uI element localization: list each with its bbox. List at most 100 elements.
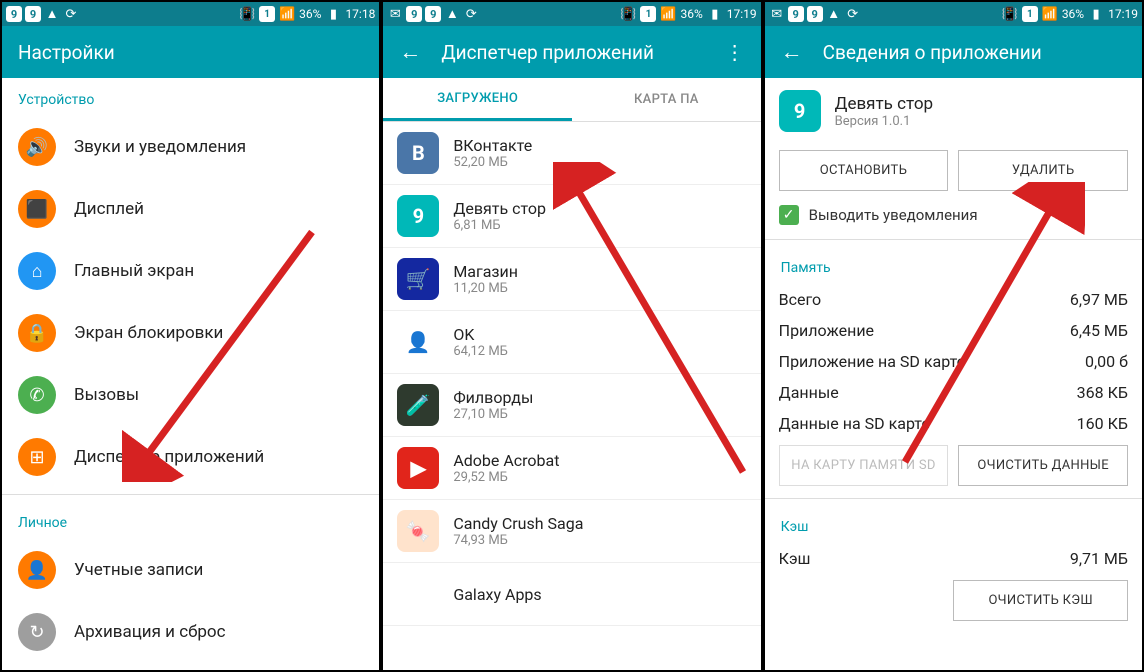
settings-item-lock[interactable]: 🔒Экран блокировки xyxy=(2,302,379,364)
delete-button[interactable]: УДАЛИТЬ xyxy=(958,150,1128,191)
app-icon: 👤 xyxy=(397,321,439,363)
app-name: Девять стор xyxy=(835,94,933,114)
clock: 17:19 xyxy=(1108,7,1138,21)
app-size: 64,12 МБ xyxy=(453,344,508,359)
tab[interactable]: КАРТА ПА xyxy=(572,78,761,121)
settings-item-accounts[interactable]: 👤Учетные записи xyxy=(2,539,379,601)
app-list-item[interactable]: 🧪Филворды27,10 МБ xyxy=(383,374,760,437)
row-val: 0,00 б xyxy=(1085,352,1128,371)
app-name: OK xyxy=(453,325,508,344)
settings-item-home[interactable]: ⌂Главный экран xyxy=(2,240,379,302)
settings-item-backup[interactable]: ↻ Архивация и сброс xyxy=(2,601,379,663)
stop-button[interactable]: ОСТАНОВИТЬ xyxy=(779,150,949,191)
signal-icon: 📶 xyxy=(660,6,676,22)
app-name: Филворды xyxy=(453,388,533,407)
app-size: 6,81 МБ xyxy=(453,218,546,233)
memory-section-label: Память xyxy=(765,246,1142,284)
memory-row: Приложение6,45 МБ xyxy=(765,315,1142,346)
settings-item-label: Архивация и сброс xyxy=(74,622,226,642)
app-size: 29,52 МБ xyxy=(453,470,559,485)
app-icon: 🧪 xyxy=(397,384,439,426)
settings-list[interactable]: Устройство🔊Звуки и уведомления⬛Дисплей⌂Г… xyxy=(2,78,379,670)
clear-cache-button[interactable]: ОЧИСТИТЬ КЭШ xyxy=(953,580,1128,621)
vibrate-icon: 📳 xyxy=(1002,6,1018,22)
sync-icon: ⟳ xyxy=(845,6,861,22)
status-bar: ✉ 9 9 ▲ ⟳ 📳 1 📶 36% ▮ 17:19 xyxy=(383,2,760,26)
clear-data-button[interactable]: ОЧИСТИТЬ ДАННЫЕ xyxy=(958,445,1128,486)
vibrate-icon: 📳 xyxy=(620,6,636,22)
row-key: Приложение xyxy=(779,321,874,340)
checkbox-label: Выводить уведомления xyxy=(809,206,978,224)
back-button[interactable]: ← xyxy=(781,39,803,65)
apps-icon: ⊞ xyxy=(18,438,56,476)
row-key: Всего xyxy=(779,290,822,309)
header: Настройки xyxy=(2,26,379,78)
row-val: 368 КБ xyxy=(1077,383,1128,402)
vibrate-icon: 📳 xyxy=(239,6,255,22)
envelope-icon: ✉ xyxy=(387,6,403,22)
app-notif-icon: 9 xyxy=(788,6,804,22)
app-notif-icon: 9 xyxy=(6,6,22,22)
app-list-item[interactable]: 👤 OK64,12 МБ xyxy=(383,311,760,374)
app-size: 74,93 МБ xyxy=(453,533,583,548)
back-button[interactable]: ← xyxy=(399,39,421,65)
app-notif-icon: 9 xyxy=(807,6,823,22)
app-icon: B xyxy=(397,132,439,174)
cache-row: Кэш9,71 МБ xyxy=(765,543,1142,574)
app-list-item[interactable]: ▶Adobe Acrobat29,52 МБ xyxy=(383,437,760,500)
app-size: 52,20 МБ xyxy=(453,155,532,170)
home-icon: ⌂ xyxy=(18,252,56,290)
settings-item-label: Экран блокировки xyxy=(74,323,223,343)
warning-icon: ▲ xyxy=(444,6,460,22)
warning-icon: ▲ xyxy=(826,6,842,22)
tabs: ЗАГРУЖЕНОКАРТА ПА xyxy=(383,78,760,122)
move-to-sd-button: НА КАРТУ ПАМЯТИ SD xyxy=(779,445,949,486)
checkbox-checked-icon[interactable]: ✓ xyxy=(779,205,799,225)
app-list-item[interactable]: S Galaxy Apps xyxy=(383,563,760,626)
notifications-checkbox-row[interactable]: ✓ Выводить уведомления xyxy=(765,197,1142,233)
signal-icon: 📶 xyxy=(279,6,295,22)
tab[interactable]: ЗАГРУЖЕНО xyxy=(383,78,572,121)
app-name: Adobe Acrobat xyxy=(453,451,559,470)
row-key: Приложение на SD карте xyxy=(779,352,965,371)
warning-icon: ▲ xyxy=(44,6,60,22)
battery-icon: ▮ xyxy=(707,6,723,22)
header: ← Сведения о приложении xyxy=(765,26,1142,78)
battery-pct: 36% xyxy=(1062,7,1084,21)
overflow-menu-icon[interactable]: ⋮ xyxy=(725,40,745,64)
signal-icon: 📶 xyxy=(1042,6,1058,22)
app-icon: S xyxy=(397,573,439,615)
sim-icon: 1 xyxy=(1022,6,1038,22)
settings-item-calls[interactable]: ✆Вызовы xyxy=(2,364,379,426)
status-bar: 9 9 ▲ ⟳ 📳 1 📶 36% ▮ 17:18 xyxy=(2,2,379,26)
app-details: 9 Девять стор Версия 1.0.1 ОСТАНОВИТЬ УД… xyxy=(765,78,1142,670)
settings-item-label: Диспетчер приложений xyxy=(74,447,264,467)
sound-icon: 🔊 xyxy=(18,128,56,166)
battery-pct: 36% xyxy=(680,7,702,21)
app-list-item[interactable]: 🍬 Candy Crush Saga74,93 МБ xyxy=(383,500,760,563)
app-icon: 🍬 xyxy=(397,510,439,552)
app-name: Магазин xyxy=(453,262,518,281)
app-name: Candy Crush Saga xyxy=(453,514,583,533)
row-val: 9,71 МБ xyxy=(1070,549,1128,568)
app-notif-icon: 9 xyxy=(425,6,441,22)
app-header: 9 Девять стор Версия 1.0.1 xyxy=(765,78,1142,144)
app-list[interactable]: BВКонтакте52,20 МБ9Девять стор6,81 МБ 🛒 Ма… xyxy=(383,122,760,670)
settings-item-apps[interactable]: ⊞ Диспетчер приложений xyxy=(2,426,379,488)
settings-item-label: Звуки и уведомления xyxy=(74,137,246,157)
memory-row: Приложение на SD карте 0,00 б xyxy=(765,346,1142,377)
settings-item-label: Учетные записи xyxy=(74,560,203,580)
settings-item-display[interactable]: ⬛Дисплей xyxy=(2,178,379,240)
sync-icon: ⟳ xyxy=(463,6,479,22)
app-list-item[interactable]: 9Девять стор6,81 МБ xyxy=(383,185,760,248)
row-val: 6,97 МБ xyxy=(1070,290,1128,309)
section-label: Личное xyxy=(2,501,379,539)
app-icon: 🛒 xyxy=(397,258,439,300)
settings-item-sound[interactable]: 🔊 Звуки и уведомления xyxy=(2,116,379,178)
backup-icon: ↻ xyxy=(18,613,56,651)
memory-row: Данные368 КБ xyxy=(765,377,1142,408)
app-name: Galaxy Apps xyxy=(453,585,541,604)
app-list-item[interactable]: 🛒Магазин11,20 МБ xyxy=(383,248,760,311)
header: ← Диспетчер приложений ⋮ xyxy=(383,26,760,78)
app-list-item[interactable]: BВКонтакте52,20 МБ xyxy=(383,122,760,185)
